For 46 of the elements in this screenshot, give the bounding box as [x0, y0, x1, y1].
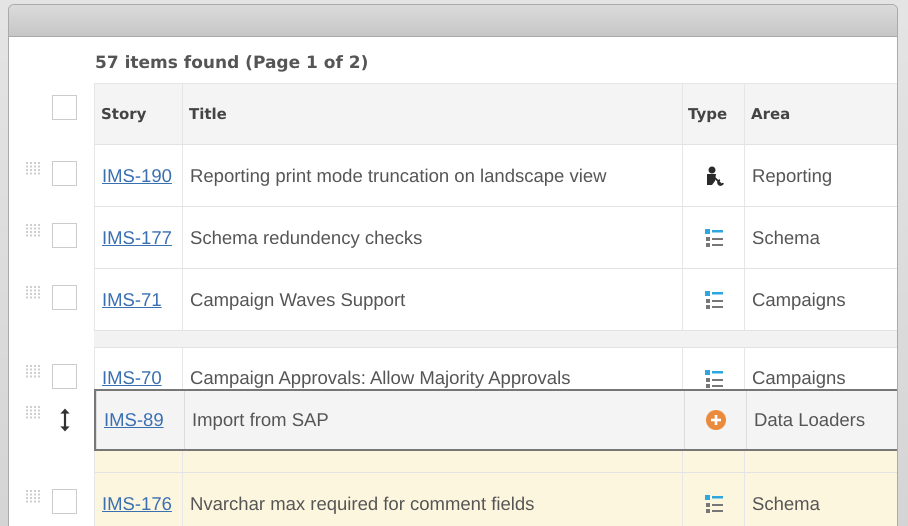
dragged-row[interactable]: IMS-89 Import from SAP Data Loaders [94, 389, 897, 451]
story-link[interactable]: IMS-89 [104, 409, 164, 431]
table-row[interactable]: IMS-177 Schema redundency checks Schema [94, 207, 897, 269]
table-row[interactable]: IMS-176 Nvarchar max required for comment fields Schema [94, 473, 897, 526]
drag-handle-icon[interactable] [25, 364, 41, 378]
area-text: Schema [752, 492, 820, 514]
title-text: Nvarchar max required for comment fields [190, 492, 534, 514]
column-header: Type [688, 105, 728, 123]
drag-handle-icon[interactable] [25, 223, 41, 237]
area-text: Reporting [752, 164, 832, 186]
column-header: Area [751, 105, 790, 123]
row-checkbox[interactable] [52, 364, 77, 389]
drag-handle-icon[interactable] [25, 489, 41, 503]
title-text: Reporting print mode truncation on landscape view [190, 164, 606, 186]
plus-circle-icon [704, 409, 726, 431]
area-text: Campaigns [752, 367, 846, 389]
story-link[interactable]: IMS-177 [102, 226, 172, 248]
column-header: Story [101, 105, 146, 123]
row-checkbox[interactable] [52, 489, 77, 514]
column-header: Title [189, 105, 227, 123]
list-icon [702, 492, 724, 514]
area-text: Campaigns [752, 288, 846, 310]
list-icon [702, 226, 724, 248]
results-count: 57 items found (Page 1 of 2) [95, 53, 370, 75]
row-checkbox[interactable] [52, 285, 77, 310]
story-link[interactable]: IMS-176 [102, 492, 172, 514]
title-text: Campaign Approvals: Allow Majority Approvals [190, 367, 570, 389]
drag-handle-icon[interactable] [25, 285, 41, 299]
area-text: Data Loaders [754, 409, 866, 431]
title-text: Import from SAP [192, 409, 329, 431]
table-row[interactable]: IMS-71 Campaign Waves Support Campaigns [94, 269, 897, 331]
list-icon [702, 288, 724, 310]
drag-handle-icon[interactable] [25, 405, 41, 419]
story-link[interactable]: IMS-190 [102, 164, 172, 186]
list-icon [702, 368, 724, 389]
area-text: Schema [752, 226, 820, 248]
select-all-checkbox[interactable] [52, 95, 77, 120]
title-text: Schema redundency checks [190, 226, 422, 248]
story-link[interactable]: IMS-70 [102, 367, 162, 389]
drag-handle-icon[interactable] [25, 161, 41, 175]
table-row[interactable]: IMS-190 Reporting print mode truncation on landscape view Reporting [94, 145, 897, 207]
row-checkbox[interactable] [52, 161, 77, 186]
row-checkbox[interactable] [52, 223, 77, 248]
resize-vertical-cursor-icon [58, 407, 72, 433]
title-text: Campaign Waves Support [190, 288, 406, 310]
story-link[interactable]: IMS-71 [102, 288, 162, 310]
